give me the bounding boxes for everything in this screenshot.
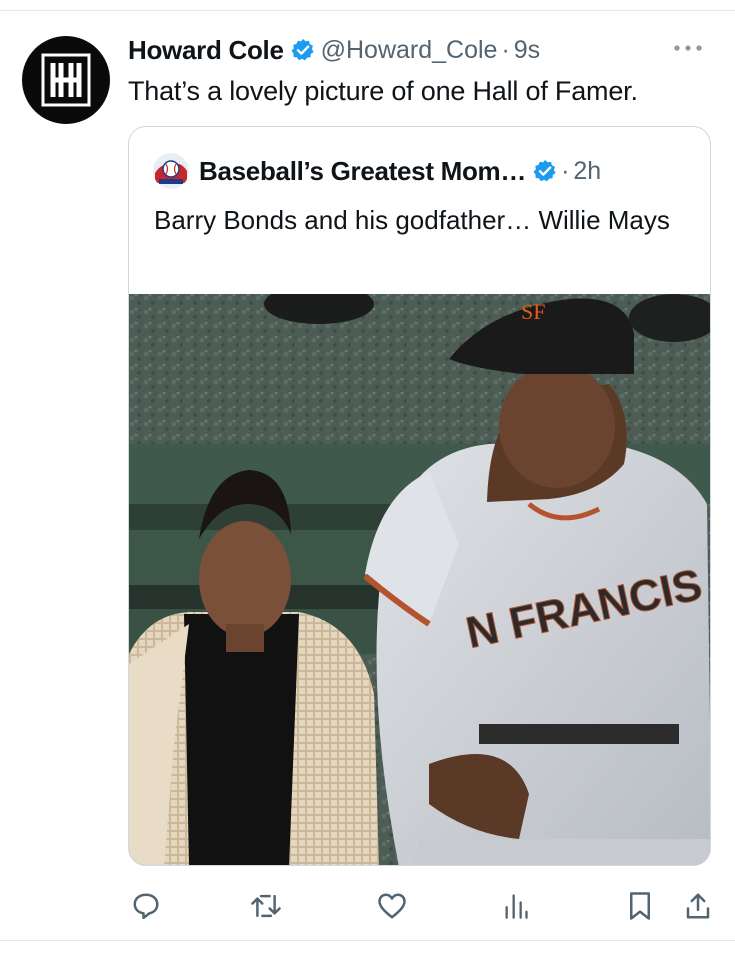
share-icon[interactable] — [680, 888, 716, 924]
quoted-header: Baseball’s Greatest Mom… · 2h — [153, 151, 601, 191]
baseball-logo-icon — [153, 153, 189, 189]
bookmark-icon[interactable] — [622, 888, 658, 924]
verified-badge-icon — [291, 38, 315, 62]
views-icon[interactable] — [498, 888, 534, 924]
h-logo-icon — [41, 53, 91, 107]
heart-icon[interactable] — [374, 888, 410, 924]
tweet-time[interactable]: 9s — [514, 36, 540, 65]
author-handle[interactable]: @Howard_Cole — [321, 36, 498, 65]
quoted-photo[interactable]: SF N FRANCIS — [129, 284, 710, 865]
quoted-time: 2h — [573, 156, 602, 185]
more-options-icon[interactable] — [668, 36, 708, 60]
tweet-header: Howard Cole @Howard_Cole · 9s — [128, 30, 540, 70]
verified-badge-icon — [533, 159, 557, 183]
quoted-text: Barry Bonds and his godfather… Willie Ma… — [154, 205, 670, 235]
cap-logo: SF — [521, 299, 545, 324]
tweet-text: That’s a lovely picture of one Hall of F… — [128, 76, 638, 106]
author-avatar[interactable] — [22, 36, 110, 124]
quoted-author-name: Baseball’s Greatest Mom… — [199, 155, 527, 186]
separator-dot: · — [501, 35, 510, 64]
quoted-author-avatar — [153, 153, 189, 189]
top-divider — [0, 10, 735, 11]
retweet-icon[interactable] — [248, 888, 284, 924]
separator-dot: · — [561, 156, 570, 185]
reply-icon[interactable] — [128, 888, 164, 924]
author-name[interactable]: Howard Cole — [128, 35, 284, 66]
tweet-actions — [0, 880, 735, 928]
bottom-divider — [0, 940, 735, 941]
quoted-tweet[interactable]: Baseball’s Greatest Mom… · 2h Barry Bond… — [128, 126, 711, 866]
